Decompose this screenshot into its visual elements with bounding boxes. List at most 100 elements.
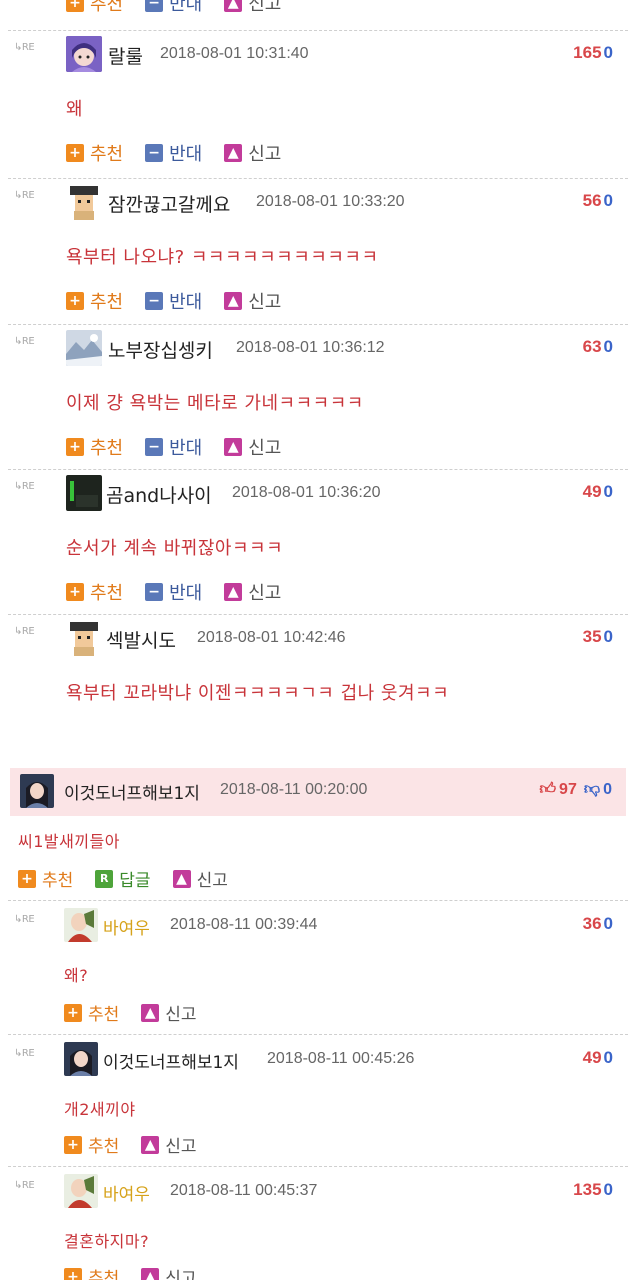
reply-arrow-icon: ↳RE (14, 42, 35, 53)
reply-comment: ↳RE 잠깐끊고갈께요 2018-08-01 10:33:20 56 0 욕부터 … (0, 180, 640, 325)
recommend-button[interactable]: + 추천 (64, 1000, 119, 1025)
plus-icon: + (64, 1267, 82, 1280)
recommend-button[interactable]: + 추천 (66, 0, 123, 16)
divider (8, 30, 628, 31)
thumbs-up-icon[interactable]: 👍︎ (539, 780, 556, 799)
reply-arrow-icon: ↳RE (14, 1180, 35, 1191)
recommend-button[interactable]: + 추천 (18, 866, 73, 891)
divider (8, 469, 628, 470)
plus-icon: + (18, 869, 36, 888)
recommend-button[interactable]: + 추천 (66, 288, 123, 314)
comment-author[interactable]: 랄룰 (108, 42, 143, 69)
avatar[interactable] (66, 330, 102, 366)
recommend-button[interactable]: + 추천 (66, 434, 123, 460)
reply-arrow-icon: ↳RE (14, 481, 35, 492)
minus-icon: − (145, 144, 164, 162)
siren-icon: ▲ (224, 144, 243, 162)
reply-button[interactable]: R 답글 (95, 866, 151, 891)
best-comment-text: 씨1발새끼들아 (18, 832, 120, 851)
comment-actions: + 추천 − 반대 ▲ 신고 (66, 434, 281, 460)
reply-comment: ↳RE 섹발시도 2018-08-01 10:42:46 35 0 욕부터 꼬라박… (0, 616, 640, 716)
comment-actions: + 추천 − 반대 ▲ 신고 (66, 579, 281, 605)
avatar[interactable] (66, 36, 102, 72)
comment-author[interactable]: 바여우 (103, 1180, 150, 1205)
oppose-button[interactable]: − 반대 (145, 288, 202, 314)
comment-date: 2018-08-11 00:39:44 (170, 916, 318, 933)
avatar[interactable] (64, 1174, 98, 1208)
comment-text: 이제 걍 욕박는 메타로 가네ㅋㅋㅋㅋㅋ (66, 393, 364, 414)
divider (8, 1166, 628, 1167)
comment-date: 2018-08-01 10:42:46 (197, 629, 346, 646)
comment-date: 2018-08-11 00:45:37 (170, 1182, 318, 1199)
report-button[interactable]: ▲ 신고 (141, 1264, 197, 1280)
comment-text: 개2새끼야 (64, 1100, 136, 1119)
thumbs-down-icon[interactable]: 👎︎ (584, 780, 600, 799)
comment-author[interactable]: 곰and나사이 (106, 481, 212, 508)
minus-icon: − (145, 292, 164, 310)
comment-score: 135 0 (573, 1180, 613, 1199)
plus-icon: + (64, 1003, 82, 1022)
reply-arrow-icon: ↳RE (14, 336, 35, 347)
comment-page: + 추천 − 반대 ▲ 신고 ↳RE 랄룰 2018-08-01 10:31:40 1… (0, 0, 640, 1280)
comment-score: 165 0 (573, 43, 613, 62)
oppose-button[interactable]: − 반대 (145, 434, 202, 460)
recommend-button[interactable]: + 추천 (66, 140, 123, 166)
comment-actions: + 추천 ▲ 신고 (64, 1132, 197, 1157)
reply-comment: ↳RE 노부장십셍키 2018-08-01 10:36:12 63 0 이제 걍 … (0, 326, 640, 471)
report-button[interactable]: ▲ 신고 (141, 1132, 197, 1157)
comment-author[interactable]: 섹발시도 (106, 626, 176, 653)
plus-icon: + (66, 292, 84, 310)
best-comment-header: 이것도너프해보1지 2018-08-11 00:20:00 👍︎ 97 👎︎ 0 (10, 768, 626, 816)
avatar[interactable] (66, 184, 102, 220)
recommend-button[interactable]: + 추천 (66, 579, 123, 605)
comment-date: 2018-08-11 00:45:26 (267, 1050, 415, 1067)
comment-author[interactable]: 노부장십셍키 (108, 336, 213, 363)
report-button[interactable]: ▲ 신고 (224, 579, 281, 605)
divider (8, 1034, 628, 1035)
report-button[interactable]: ▲ 신고 (224, 0, 281, 16)
avatar[interactable] (66, 620, 102, 656)
plus-icon: + (66, 438, 84, 456)
comment-actions: + 추천 ▲ 신고 (64, 1264, 197, 1280)
comment-date: 2018-08-01 10:31:40 (160, 45, 309, 62)
siren-icon: ▲ (141, 1135, 160, 1154)
recommend-button[interactable]: + 추천 (64, 1132, 119, 1157)
reply-comment: ↳RE 바여우 2018-08-11 00:39:44 36 0 왜? + 추천 ▲… (0, 902, 640, 1034)
recommend-button[interactable]: + 추천 (64, 1264, 119, 1280)
avatar[interactable] (64, 1042, 98, 1076)
report-button[interactable]: ▲ 신고 (224, 288, 281, 314)
upvote-count: 97 (559, 780, 577, 798)
reply-comment: ↳RE 이것도너프해보1지 2018-08-11 00:45:26 49 0 개2… (0, 1036, 640, 1168)
avatar[interactable] (20, 774, 54, 808)
reply-arrow-icon: ↳RE (14, 914, 35, 925)
report-button[interactable]: ▲ 신고 (172, 866, 228, 891)
report-button[interactable]: ▲ 신고 (141, 1000, 197, 1025)
oppose-button[interactable]: − 반대 (145, 0, 202, 16)
comment-actions: + 추천 ▲ 신고 (64, 1000, 197, 1025)
comment-author[interactable]: 이것도너프해보1지 (103, 1048, 239, 1073)
comment-author[interactable]: 잠깐끊고갈께요 (108, 190, 230, 217)
divider (8, 900, 628, 901)
comment-author[interactable]: 바여우 (103, 914, 150, 939)
comment-text: 결혼하지마? (64, 1232, 150, 1251)
divider (8, 324, 628, 325)
reply-arrow-icon: ↳RE (14, 626, 35, 637)
comment-author[interactable]: 이것도너프해보1지 (64, 779, 200, 804)
siren-icon: ▲ (141, 1003, 160, 1022)
comment-text: 왜 (66, 99, 84, 120)
reply-comment: ↳RE 곰and나사이 2018-08-01 10:36:20 49 0 순서가 … (0, 471, 640, 616)
comment-date: 2018-08-11 00:20:00 (220, 781, 368, 798)
vote-counts: 👍︎ 97 👎︎ 0 (539, 780, 612, 799)
comment-score: 56 0 (582, 191, 613, 210)
comment-text: 욕부터 꼬라박냐 이젠ㅋㅋㅋㅋㄱㅋ 겁나 웃겨ㅋㅋ (66, 683, 450, 704)
comment-score: 49 0 (582, 1048, 613, 1067)
plus-icon: + (66, 0, 84, 12)
plus-icon: + (66, 144, 84, 162)
avatar[interactable] (64, 908, 98, 942)
report-button[interactable]: ▲ 신고 (224, 434, 281, 460)
avatar[interactable] (66, 475, 102, 511)
siren-icon: ▲ (224, 292, 243, 310)
report-button[interactable]: ▲ 신고 (224, 140, 281, 166)
oppose-button[interactable]: − 반대 (145, 140, 202, 166)
oppose-button[interactable]: − 반대 (145, 579, 202, 605)
